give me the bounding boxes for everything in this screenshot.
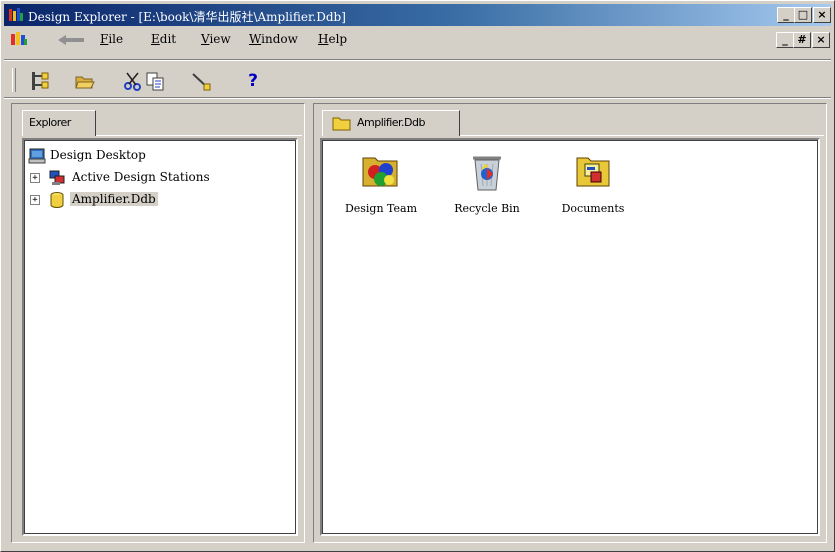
document-view[interactable]: Design Team Recycle Bin Documents: [320, 138, 820, 536]
window-title: Design Explorer - [E:\book\清华出版社\Amplifi…: [28, 10, 346, 24]
menu-view-rest: iew: [209, 32, 231, 46]
menu-bar: File Edit View Window Help _ # ×: [4, 28, 831, 50]
toolbar-grip[interactable]: [12, 68, 16, 92]
explorer-tree-icon[interactable]: [30, 70, 52, 92]
tab-amplifier-ddb[interactable]: Amplifier.Ddb: [322, 110, 460, 136]
menu-file[interactable]: File: [100, 32, 123, 46]
app-icon: [9, 8, 23, 21]
close-button[interactable]: ×: [813, 7, 831, 23]
tree-label-active-design-stations: Active Design Stations: [72, 170, 210, 184]
menu-separator: [4, 59, 831, 61]
database-icon: [50, 192, 64, 208]
toolbar-separator: [4, 97, 831, 99]
maximize-button[interactable]: □: [794, 7, 812, 23]
recycle-bin-item[interactable]: Recycle Bin: [432, 150, 542, 220]
documents-folder-icon: [576, 157, 610, 187]
explorer-tree[interactable]: Design Desktop + Active Design Stations …: [22, 138, 298, 536]
menu-edit-key: E: [151, 32, 160, 46]
design-team-item[interactable]: Design Team: [326, 150, 436, 220]
explorer-pane: Explorer Design Desktop + Active Design …: [11, 103, 305, 543]
menu-edit-rest: dit: [159, 32, 177, 46]
documents-item[interactable]: Documents: [538, 150, 648, 220]
menu-window-rest: indow: [261, 32, 298, 46]
toolbar: ?: [4, 64, 831, 96]
menu-view[interactable]: View: [201, 32, 231, 46]
menu-window[interactable]: Window: [249, 32, 298, 46]
design-team-icon: [362, 157, 398, 187]
document-pane: Amplifier.Ddb Design Team Recycle Bin Do…: [313, 103, 827, 543]
menu-window-key: W: [249, 32, 262, 46]
menu-edit[interactable]: Edit: [151, 32, 176, 46]
menu-help-rest: elp: [328, 32, 348, 46]
menu-help[interactable]: Help: [318, 32, 347, 46]
document-tab-line: [460, 135, 824, 136]
menu-file-rest: ile: [108, 32, 124, 46]
tree-label-amplifier-ddb: Amplifier.Ddb: [70, 192, 158, 206]
help-icon[interactable]: ?: [242, 70, 264, 92]
paste-icon[interactable]: [190, 70, 212, 92]
documents-label: Documents: [561, 202, 625, 215]
minimize-button[interactable]: _: [777, 7, 795, 23]
design-team-label: Design Team: [344, 202, 418, 215]
tab-explorer[interactable]: Explorer: [22, 110, 96, 136]
open-folder-icon[interactable]: [74, 70, 96, 92]
expand-button[interactable]: +: [30, 173, 40, 183]
title-bar[interactable]: Design Explorer - [E:\book\清华出版社\Amplifi…: [4, 4, 831, 26]
folder-icon: [332, 117, 351, 131]
recycle-bin-icon: [473, 156, 501, 191]
expand-button[interactable]: +: [30, 195, 40, 205]
back-arrow-icon[interactable]: [56, 34, 86, 46]
cut-icon[interactable]: [122, 70, 144, 92]
mdi-close-button[interactable]: ×: [812, 32, 830, 48]
tree-label-design-desktop: Design Desktop: [50, 148, 146, 162]
mdi-restore-button[interactable]: #: [793, 32, 811, 48]
recycle-bin-label: Recycle Bin: [454, 202, 520, 215]
app-menu-icon[interactable]: [10, 31, 28, 47]
design-explorer-window: Design Explorer - [E:\book\清华出版社\Amplifi…: [0, 0, 835, 552]
design-stations-icon: [49, 170, 65, 185]
tab-amplifier-ddb-label: Amplifier.Ddb: [357, 116, 425, 129]
desktop-icon: [28, 148, 46, 164]
mdi-minimize-button[interactable]: _: [776, 32, 794, 48]
menu-help-key: H: [318, 32, 329, 46]
explorer-tab-line: [96, 135, 302, 136]
copy-icon[interactable]: [144, 70, 166, 92]
